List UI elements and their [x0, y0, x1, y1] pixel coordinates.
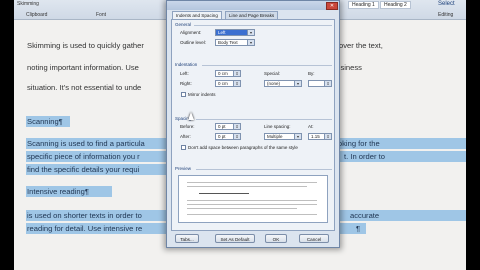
preview-line — [187, 200, 317, 201]
spacing-before-label: Before: — [180, 124, 195, 129]
mirror-indents-checkbox[interactable] — [181, 92, 186, 97]
spinner-icon[interactable]: ⇕ — [233, 124, 240, 129]
style-heading-1[interactable]: Heading 1 — [348, 1, 379, 9]
special-select[interactable]: (none) ▾ — [264, 80, 302, 87]
preview-line — [187, 208, 297, 209]
mouse-cursor-icon — [188, 112, 194, 120]
cancel-button[interactable]: Cancel — [299, 234, 329, 243]
doc-line: accurate — [350, 211, 380, 220]
alignment-label: Alignment: — [180, 30, 202, 35]
divider — [196, 169, 332, 170]
style-heading-2[interactable]: Heading 2 — [380, 1, 411, 9]
at-label: At: — [308, 124, 314, 129]
indent-left-value: 0 cm — [218, 71, 228, 76]
dialog-title-bar[interactable]: ✕ — [167, 1, 339, 10]
clipboard-group-label: Clipboard — [26, 12, 48, 18]
chevron-down-icon[interactable]: ▾ — [247, 40, 254, 45]
doc-line: over the text, — [339, 41, 383, 50]
spacing-after-label: After: — [180, 134, 191, 139]
outline-level-value: Body Text — [218, 40, 238, 45]
doc-line: specific piece of information you r — [27, 152, 140, 161]
section-indentation: Indentation — [175, 62, 198, 67]
divider — [194, 25, 332, 26]
outline-level-select[interactable]: Body Text ▾ — [215, 39, 255, 46]
spinner-icon[interactable]: ⇕ — [233, 134, 240, 139]
ok-button[interactable]: OK — [265, 234, 287, 243]
spinner-icon[interactable]: ⇕ — [324, 134, 331, 139]
preview-line — [187, 182, 317, 183]
doc-line: noting important information. Use — [27, 63, 139, 72]
spinner-icon[interactable]: ⇕ — [233, 71, 240, 76]
dont-add-space-label: Don't add space between paragraphs of th… — [188, 145, 298, 150]
indent-right-input[interactable]: 0 cm ⇕ — [215, 80, 241, 87]
doc-line: reading for detail. Use intensive re — [27, 224, 143, 233]
chevron-down-icon[interactable]: ▾ — [294, 134, 301, 139]
by-label: By: — [308, 71, 315, 76]
preview-line — [187, 186, 307, 187]
select-button[interactable]: Select — [438, 1, 455, 7]
alignment-select[interactable]: Left ▾ — [215, 29, 255, 36]
tabs-button[interactable]: Tabs... — [175, 234, 199, 243]
divider — [202, 65, 332, 66]
doc-line: find the specific details your requi — [27, 165, 140, 174]
line-spacing-select[interactable]: Multiple ▾ — [264, 133, 302, 140]
indent-left-input[interactable]: 0 cm ⇕ — [215, 70, 241, 77]
indent-left-label: Left: — [180, 71, 189, 76]
at-input[interactable]: 1.15 ⇕ — [308, 133, 332, 140]
mirror-indents-label: Mirror indents — [188, 92, 216, 97]
indent-right-value: 0 cm — [218, 81, 228, 86]
preview-line — [187, 204, 317, 205]
preview-box — [178, 175, 328, 223]
line-spacing-label: Line spacing: — [264, 124, 291, 129]
editing-group-label: Editing — [438, 12, 454, 18]
doc-heading-scanning: Scanning¶ — [27, 117, 63, 126]
font-group-label: Font — [96, 12, 107, 18]
spacing-after-value: 0 pt — [218, 134, 226, 139]
chevron-down-icon[interactable]: ▾ — [294, 81, 301, 86]
tab-panel: General Alignment: Left ▾ Outline level:… — [171, 19, 335, 231]
doc-heading-intensive: Intensive reading¶ — [27, 187, 89, 196]
doc-line: Scanning is used to find a particula — [27, 139, 145, 148]
line-spacing-value: Multiple — [267, 134, 283, 139]
spinner-icon[interactable]: ⇕ — [233, 81, 240, 86]
doc-line: t. In order to — [344, 152, 385, 161]
spinner-icon[interactable]: ⇕ — [324, 81, 331, 86]
preview-line — [199, 193, 249, 194]
spacing-before-value: 0 pt — [218, 124, 226, 129]
dont-add-space-checkbox[interactable] — [181, 145, 186, 150]
special-value: (none) — [267, 81, 281, 86]
doc-line: situation. It’s not essential to unde — [27, 83, 142, 92]
at-value: 1.15 — [311, 134, 320, 139]
special-label: Special: — [264, 71, 281, 76]
spacing-before-input[interactable]: 0 pt ⇕ — [215, 123, 241, 130]
close-icon[interactable]: ✕ — [326, 2, 338, 10]
doc-line: Skimming is used to quickly gather — [27, 41, 144, 50]
spacing-after-input[interactable]: 0 pt ⇕ — [215, 133, 241, 140]
ribbon-left-text: Skimming — [17, 1, 39, 7]
pilcrow: ¶ — [356, 224, 361, 233]
section-preview: Preview — [175, 166, 192, 171]
word-window: Skimming Clipboard Font Heading 1 Headin… — [14, 0, 466, 270]
doc-line: is used on shorter texts in order to — [27, 211, 142, 220]
set-as-default-button[interactable]: Set As Default — [215, 234, 255, 243]
by-input[interactable]: ⇕ — [308, 80, 332, 87]
section-general: General — [175, 22, 192, 27]
preview-line — [187, 214, 317, 215]
divider — [196, 119, 332, 120]
outline-level-label: Outline level: — [180, 40, 207, 45]
paragraph-dialog: ✕ Indents and Spacing Line and Page Brea… — [166, 0, 340, 248]
chevron-down-icon[interactable]: ▾ — [247, 30, 254, 35]
indent-right-label: Right: — [180, 81, 192, 86]
alignment-value: Left — [218, 30, 226, 35]
